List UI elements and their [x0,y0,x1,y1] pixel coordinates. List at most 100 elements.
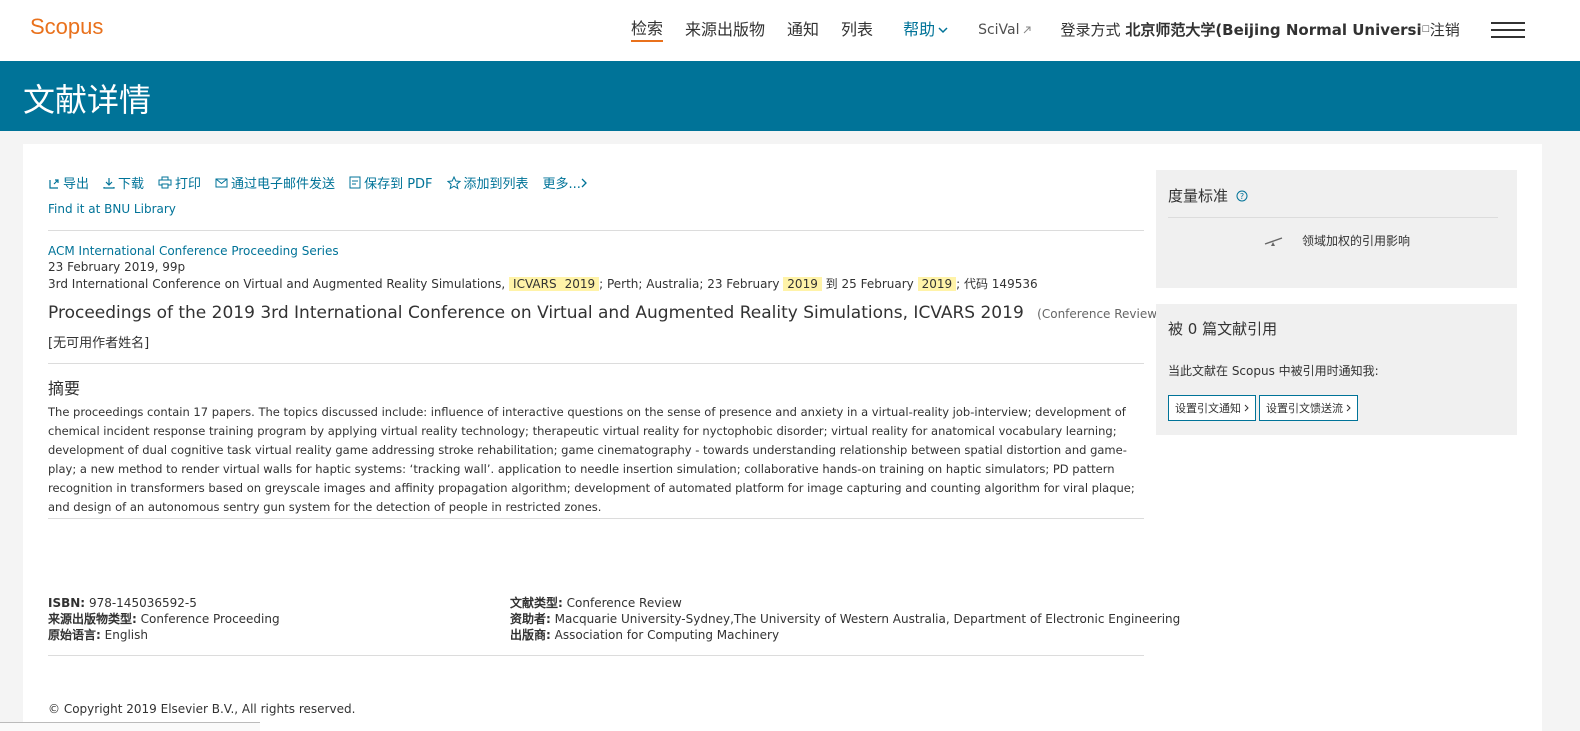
print-label: 打印 [175,177,202,192]
nav-search[interactable]: 检索 [631,18,664,42]
logout-link[interactable]: 注销 [1430,21,1460,39]
language-label: 原始语言: [48,628,101,642]
metrics-card: 度量标准 ? 领域加权的引用影响 [1156,170,1517,288]
print-button[interactable]: 打印 [158,173,201,192]
download-icon [103,177,115,189]
sponsors-label: 资助者: [510,612,551,626]
more-label: 更多... [542,177,581,192]
chevron-right-icon [1346,404,1351,412]
login-prefix: 登录方式 [1060,21,1121,39]
cited-by-count: 被 0 篇文献引用 [1168,320,1278,338]
source-type-value: Conference Proceeding [140,612,280,626]
download-button[interactable]: 下载 [103,173,144,192]
fwci-label: 领域加权的引用影响 [1302,234,1411,248]
scopus-logo[interactable]: Scopus [30,14,103,40]
email-label: 通过电子邮件发送 [231,177,336,192]
sponsors-row: 资助者: Macquarie University-Sydney,The Uni… [510,611,1180,627]
document-title: Proceedings of the 2019 3rd Internationa… [48,303,1162,323]
conference-to: 到 25 February [825,277,914,291]
language-value: English [104,628,148,642]
email-icon [215,178,228,187]
metrics-title-text: 度量标准 [1168,187,1229,205]
conference-year-start: 2019 [783,277,822,291]
set-citation-alert-label: 设置引文通知 [1175,402,1241,415]
external-link-icon [1023,26,1031,34]
add-to-list-button[interactable]: 添加到列表 [446,173,529,192]
conference-prefix: 3rd International Conference on Virtual … [48,277,506,291]
nav-scival[interactable]: SciVal [978,19,1031,41]
institution-name: 北京师范大学(Beijing Normal Universi [1125,21,1422,39]
cited-by-card: 被 0 篇文献引用 当此文献在 Scopus 中被引用时通知我: 设置引文通知 … [1156,304,1517,435]
conference-year-end: 2019 [917,277,957,291]
page-title: 文献详情 [23,81,152,119]
email-button[interactable]: 通过电子邮件发送 [215,173,335,192]
export-icon [49,179,59,189]
conference-place: ; Perth; Australia; 23 February [599,277,780,291]
document-toolbar: 导出 下载 打印 通过电子邮件发送 保存到 PDF 添加到列表 更多... [48,173,605,192]
publisher-value: Association for Computing Machinery [554,628,780,642]
fwci-metric: 领域加权的引用影响 [1264,232,1410,249]
top-header: Scopus 检索 来源出版物 通知 列表 帮助 SciVal 登录方式 北京师… [0,0,1580,61]
page-banner: 文献详情 [0,61,1580,131]
nav-alerts[interactable]: 通知 [787,19,819,41]
conference-acronym: ICVARS [509,277,561,291]
document-title-text: Proceedings of the 2019 3rd Internationa… [48,303,1024,323]
language-row: 原始语言: English [48,627,280,643]
source-series-link[interactable]: ACM International Conference Proceeding … [48,244,339,258]
chevron-right-icon [581,178,587,187]
divider [48,518,1144,519]
svg-text:?: ? [1240,192,1244,201]
save-pdf-label: 保存到 PDF [364,177,433,192]
more-button[interactable]: 更多... [543,173,591,192]
help-circle-icon[interactable]: ? [1236,190,1248,202]
seesaw-icon [1264,236,1283,246]
print-icon [158,176,172,189]
source-type-row: 来源出版物类型: Conference Proceeding [48,611,280,627]
authors: [无可用作者姓名] [48,336,150,351]
metrics-title: 度量标准 ? [1168,185,1248,206]
conference-code: ; 代码 149536 [956,277,1038,291]
conference-info: 3rd International Conference on Virtual … [48,275,1038,292]
status-strip [0,722,260,731]
divider [1168,217,1498,218]
star-icon [446,175,461,190]
set-citation-feed-button[interactable]: 设置引文馈送流 [1259,395,1358,421]
nav-help[interactable]: 帮助 [903,19,948,41]
nav-scival-label: SciVal [978,22,1020,38]
document-type-tag: (Conference Review) [1037,307,1162,321]
copyright: © Copyright 2019 Elsevier B.V., All righ… [48,702,356,716]
isbn-label: ISBN: [48,596,86,610]
conference-year: 2019 [560,277,600,291]
institution-external-icon: ☐ [1421,25,1430,35]
chevron-right-icon [1244,404,1249,412]
doc-type-label: 文献类型: [510,596,563,610]
isbn-row: ISBN: 978-145036592-5 [48,595,280,611]
export-label: 导出 [63,177,90,192]
pdf-icon [349,176,361,189]
doc-type-row: 文献类型: Conference Review [510,595,1180,611]
chevron-down-icon [938,26,948,33]
download-label: 下载 [118,177,145,192]
set-citation-feed-label: 设置引文馈送流 [1266,402,1343,415]
nav-lists[interactable]: 列表 [841,19,873,41]
abstract-text: The proceedings contain 17 papers. The t… [48,405,1135,514]
main-nav: 检索 来源出版物 通知 列表 帮助 SciVal 登录方式 北京师范大学(Bei… [631,18,1482,42]
nav-sources[interactable]: 来源出版物 [685,19,765,41]
date-pages: 23 February 2019, 99p [48,260,186,274]
source-type-label: 来源出版物类型: [48,612,137,626]
set-citation-alert-button[interactable]: 设置引文通知 [1168,395,1256,421]
notify-text: 当此文献在 Scopus 中被引用时通知我: [1168,364,1379,378]
abstract-heading: 摘要 [48,379,81,398]
doc-type-value: Conference Review [566,596,682,610]
nav-help-label: 帮助 [903,20,936,39]
find-it-library-link[interactable]: Find it at BNU Library [48,202,176,216]
alert-buttons: 设置引文通知 设置引文馈送流 [1168,395,1361,421]
menu-hamburger-icon[interactable] [1491,22,1525,40]
metadata-left: ISBN: 978-145036592-5 来源出版物类型: Conferenc… [48,595,280,643]
divider [48,363,1144,364]
divider [48,230,1144,231]
publisher-row: 出版商: Association for Computing Machinery [510,627,1180,643]
save-pdf-button[interactable]: 保存到 PDF [349,173,433,192]
sponsors-value: Macquarie University-Sydney,The Universi… [554,612,1181,626]
export-button[interactable]: 导出 [48,173,89,192]
